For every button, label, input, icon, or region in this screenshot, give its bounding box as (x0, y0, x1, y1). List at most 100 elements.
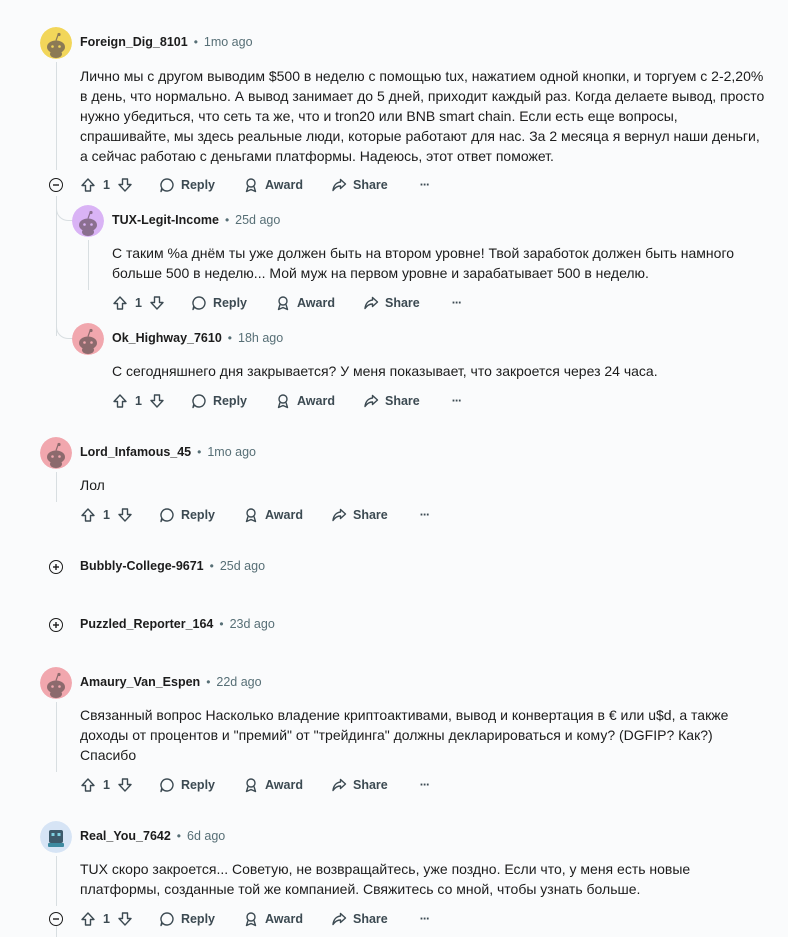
award-button[interactable]: Award (243, 507, 303, 523)
more-options-button[interactable]: ··· (452, 296, 462, 310)
award-icon (243, 507, 259, 523)
collapse-thread-button[interactable] (49, 912, 63, 926)
share-button[interactable]: Share (331, 777, 388, 793)
meta-separator: • (193, 35, 198, 49)
vote-count: 1 (103, 178, 110, 192)
upvote-icon[interactable] (80, 507, 96, 523)
upvote-icon[interactable] (112, 295, 128, 311)
comment-timestamp[interactable]: 22d ago (216, 675, 261, 689)
upvote-icon[interactable] (80, 911, 96, 927)
award-button[interactable]: Award (243, 911, 303, 927)
reply-label: Reply (212, 296, 247, 310)
share-button[interactable]: Share (331, 507, 388, 523)
award-icon (275, 393, 291, 409)
comment-author[interactable]: Foreign_Dig_8101 (80, 35, 188, 49)
award-button[interactable]: Award (243, 777, 303, 793)
more-options-button[interactable]: ··· (452, 394, 462, 408)
more-icon: ··· (419, 778, 430, 792)
reply-button[interactable]: Reply (191, 393, 247, 409)
comment-author[interactable]: Bubbly-College-9671 (80, 559, 204, 573)
award-icon (243, 911, 259, 927)
snoo-avatar-icon (72, 205, 104, 237)
downvote-icon[interactable] (117, 777, 133, 793)
award-button[interactable]: Award (243, 177, 303, 193)
more-icon: ··· (419, 178, 430, 192)
collapse-thread-button[interactable] (49, 178, 63, 192)
reply-button[interactable]: Reply (159, 507, 215, 523)
upvote-icon[interactable] (80, 177, 96, 193)
more-icon: ··· (419, 912, 430, 926)
share-label: Share (384, 394, 420, 408)
minus-icon (53, 184, 59, 186)
more-options-button[interactable]: ··· (420, 912, 430, 926)
comment-bubble-icon (159, 507, 175, 523)
comment-timestamp[interactable]: 1mo ago (204, 35, 253, 49)
reply-button[interactable]: Reply (159, 911, 215, 927)
award-button[interactable]: Award (275, 393, 335, 409)
share-button[interactable]: Share (363, 295, 420, 311)
comment-author[interactable]: Amaury_Van_Espen (80, 675, 200, 689)
downvote-icon[interactable] (149, 295, 165, 311)
share-icon (363, 295, 379, 311)
comment-timestamp[interactable]: 25d ago (220, 559, 265, 573)
share-button[interactable]: Share (363, 393, 420, 409)
comment-author[interactable]: TUX-Legit-Income (112, 213, 219, 227)
comment-body: С сегодняшнего дня закрывается? У меня п… (112, 363, 658, 379)
downvote-icon[interactable] (117, 507, 133, 523)
share-icon (331, 177, 347, 193)
share-button[interactable]: Share (331, 911, 388, 927)
upvote-icon[interactable] (80, 777, 96, 793)
snoo-avatar-icon (40, 27, 72, 59)
avatar[interactable] (40, 667, 72, 699)
snoo-avatar-icon (40, 437, 72, 469)
meta-separator: • (219, 617, 224, 631)
award-label: Award (297, 394, 335, 408)
downvote-icon[interactable] (149, 393, 165, 409)
expand-thread-button[interactable] (49, 560, 63, 574)
share-icon (331, 911, 347, 927)
comment-timestamp[interactable]: 18h ago (238, 331, 283, 345)
comment-timestamp[interactable]: 25d ago (235, 213, 280, 227)
meta-separator: • (224, 213, 230, 227)
reply-button[interactable]: Reply (159, 177, 215, 193)
reply-label: Reply (180, 912, 215, 926)
avatar[interactable] (72, 323, 104, 355)
more-options-button[interactable]: ··· (420, 178, 430, 192)
share-button[interactable]: Share (331, 177, 388, 193)
award-label: Award (265, 912, 303, 926)
more-options-button[interactable]: ··· (420, 778, 430, 792)
meta-separator: • (227, 331, 232, 345)
snoo-avatar-icon (40, 667, 72, 699)
award-icon (243, 177, 259, 193)
avatar[interactable] (40, 27, 72, 59)
vote-count: 1 (135, 296, 142, 310)
upvote-icon[interactable] (112, 393, 128, 409)
share-icon (363, 393, 379, 409)
downvote-icon[interactable] (117, 177, 133, 193)
more-icon: ··· (451, 296, 462, 310)
comment-timestamp[interactable]: 6d ago (187, 829, 225, 843)
avatar[interactable] (40, 821, 72, 853)
meta-separator: • (176, 829, 181, 843)
reply-button[interactable]: Reply (191, 295, 247, 311)
comment-body: Лол (80, 477, 105, 493)
downvote-icon[interactable] (117, 911, 133, 927)
vote-count: 1 (103, 508, 110, 522)
comment-body: TUX скоро закроется... Советую, не возвр… (80, 861, 691, 897)
comment-timestamp[interactable]: 1mo ago (207, 445, 256, 459)
comment-author[interactable]: Real_You_7642 (80, 829, 171, 843)
expand-thread-button[interactable] (49, 618, 63, 632)
reply-button[interactable]: Reply (159, 777, 215, 793)
comment-timestamp[interactable]: 23d ago (230, 617, 275, 631)
comment-author[interactable]: Puzzled_Reporter_164 (80, 617, 213, 631)
avatar[interactable] (72, 205, 104, 237)
comment-bubble-icon (191, 295, 207, 311)
comment-bubble-icon (159, 911, 175, 927)
award-button[interactable]: Award (275, 295, 335, 311)
more-options-button[interactable]: ··· (420, 508, 430, 522)
comment-body: Лично мы с другом выводим $500 в неделю … (80, 68, 765, 164)
comment-author[interactable]: Ok_Highway_7610 (112, 331, 222, 345)
reply-label: Reply (212, 394, 247, 408)
comment-author[interactable]: Lord_Infamous_45 (80, 445, 191, 459)
avatar[interactable] (40, 437, 72, 469)
